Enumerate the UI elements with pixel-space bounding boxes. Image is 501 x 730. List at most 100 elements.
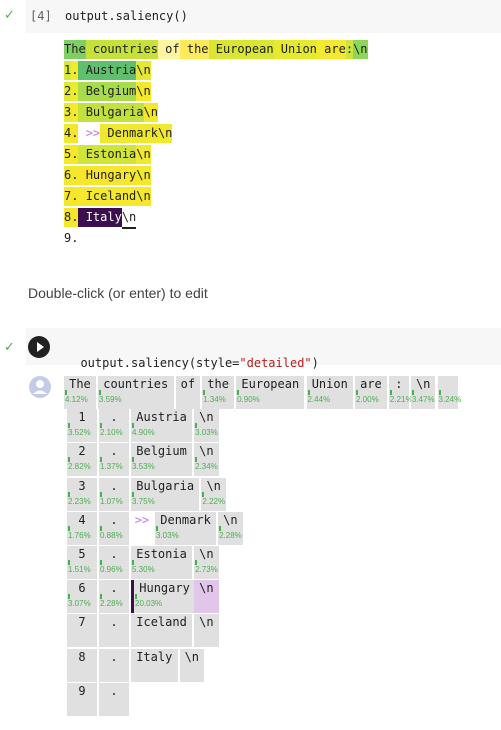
saliency-token[interactable]: 7: [64, 187, 72, 206]
detailed-token[interactable]: Belgium 3.53%: [131, 443, 193, 476]
detailed-token[interactable]: \n 2.73%: [194, 546, 219, 579]
saliency-token[interactable]: \n: [143, 103, 158, 122]
saliency-token[interactable]: are: [316, 40, 346, 59]
saliency-token[interactable]: .: [71, 208, 79, 227]
saliency-token[interactable]: >>: [78, 124, 101, 143]
cell1-code[interactable]: output.saliency(): [65, 9, 188, 23]
saliency-token[interactable]: Union: [273, 40, 317, 59]
saliency-token[interactable]: \n: [157, 124, 173, 143]
saliency-token[interactable]: the: [179, 40, 209, 59]
detailed-token[interactable]: . 2.28%: [99, 580, 129, 613]
detailed-token[interactable]: 3 2.23%: [67, 478, 97, 511]
saliency-token[interactable]: .: [71, 145, 79, 164]
cell2-code[interactable]: output.saliency(style="detailed"): [66, 342, 318, 370]
saliency-token[interactable]: \n: [136, 166, 151, 185]
detailed-token[interactable]: Bulgaria 3.75%: [131, 478, 200, 511]
saliency-token[interactable]: .: [71, 166, 79, 185]
token-text: the: [207, 377, 229, 391]
token-text: \n: [199, 547, 214, 561]
saliency-token[interactable]: :: [345, 40, 354, 59]
saliency-token[interactable]: Bulgaria: [78, 103, 144, 122]
saliency-token[interactable]: countries: [85, 40, 158, 59]
detailed-token[interactable]: Italy: [131, 649, 178, 682]
detailed-token[interactable]: . 0.96%: [99, 546, 129, 579]
detailed-token[interactable]: . 0.88%: [99, 512, 129, 545]
detailed-token[interactable]: 4 1.76%: [67, 512, 97, 545]
saliency-token[interactable]: Hungary: [78, 166, 137, 185]
saliency-token[interactable]: 5: [64, 145, 72, 164]
saliency-token[interactable]: The: [64, 40, 86, 59]
detailed-token[interactable]: \n 2.28%: [218, 512, 243, 545]
detailed-token[interactable]: .: [99, 614, 129, 647]
saliency-token[interactable]: 4: [64, 124, 72, 143]
detailed-token[interactable]: of: [175, 376, 201, 409]
saliency-percent: 1.34%: [203, 395, 226, 404]
saliency-token[interactable]: 1: [64, 61, 72, 80]
saliency-token[interactable]: .: [71, 124, 79, 143]
saliency-token[interactable]: of: [157, 40, 180, 59]
saliency-token[interactable]: Italy: [78, 208, 122, 227]
saliency-token[interactable]: European: [208, 40, 274, 59]
detailed-token[interactable]: are 2.00%: [355, 376, 387, 409]
detailed-token[interactable]: 8: [67, 649, 97, 682]
detailed-token[interactable]: \n: [194, 580, 219, 613]
detailed-token[interactable]: . 1.07%: [99, 478, 129, 511]
saliency-token[interactable]: \n: [136, 145, 151, 164]
detailed-token[interactable]: Hungary 20.03%: [131, 580, 196, 613]
detailed-token[interactable]: 6 3.07%: [67, 580, 97, 613]
detailed-token[interactable]: . 2.10%: [99, 409, 129, 442]
saliency-token[interactable]: .: [71, 61, 79, 80]
detailed-token[interactable]: \n 3.47%: [410, 376, 436, 409]
detailed-token[interactable]: Estonia 5.30%: [131, 546, 193, 579]
saliency-token[interactable]: .: [71, 187, 79, 206]
saliency-token[interactable]: Belgium: [78, 82, 137, 101]
detailed-token[interactable]: the 1.34%: [202, 376, 235, 409]
detailed-token[interactable]: \n 2.34%: [194, 443, 219, 476]
token-text: >>: [134, 513, 150, 527]
saliency-token[interactable]: Austria: [78, 61, 137, 80]
detailed-token[interactable]: countries 3.59%: [97, 376, 174, 409]
saliency-token[interactable]: .: [71, 103, 79, 122]
detailed-token[interactable]: Austria 4.90%: [131, 409, 193, 442]
saliency-token[interactable]: Iceland: [78, 187, 137, 206]
saliency-token[interactable]: 8: [64, 208, 72, 227]
detailed-token[interactable]: 7: [67, 614, 97, 647]
saliency-token[interactable]: .: [71, 82, 79, 101]
token-text: \n: [223, 513, 238, 527]
detailed-token[interactable]: \n: [179, 649, 205, 682]
saliency-token[interactable]: 9.: [64, 229, 79, 248]
detailed-token[interactable]: \n 2.22%: [201, 478, 226, 511]
detailed-token[interactable]: >>: [131, 512, 153, 545]
saliency-token[interactable]: \n: [121, 208, 137, 229]
detailed-token[interactable]: \n: [194, 614, 219, 647]
detailed-token[interactable]: Iceland: [131, 614, 193, 647]
saliency-percent: 3.52%: [68, 428, 91, 437]
detailed-token[interactable]: Union 2.44%: [306, 376, 353, 409]
detailed-token[interactable]: Denmark 3.03%: [155, 512, 217, 545]
detailed-token[interactable]: \n 3.03%: [194, 409, 219, 442]
detailed-token[interactable]: 3.24%: [437, 376, 461, 409]
detailed-token[interactable]: The 4.12%: [64, 376, 96, 409]
saliency-token[interactable]: Denmark: [100, 124, 158, 143]
detailed-token[interactable]: 5 1.51%: [67, 546, 97, 579]
detailed-token[interactable]: .: [99, 683, 129, 716]
detailed-token[interactable]: .: [99, 649, 129, 682]
saliency-line: The countries of the European Union are:…: [64, 40, 368, 59]
saliency-token[interactable]: \n: [136, 187, 151, 206]
detailed-token[interactable]: 1 3.52%: [67, 409, 97, 442]
saliency-token[interactable]: \n: [136, 61, 151, 80]
saliency-token[interactable]: 2: [64, 82, 72, 101]
detailed-token[interactable]: European 0.90%: [236, 376, 305, 409]
saliency-token[interactable]: 3: [64, 103, 72, 122]
saliency-line: 9.: [64, 229, 79, 248]
markdown-cell-placeholder[interactable]: Double-click (or enter) to edit: [28, 285, 208, 301]
detailed-token[interactable]: 2 2.82%: [67, 443, 97, 476]
detailed-token[interactable]: . 1.37%: [99, 443, 129, 476]
detailed-token[interactable]: : 2.21%: [388, 376, 413, 409]
saliency-token[interactable]: \n: [353, 40, 368, 59]
saliency-token[interactable]: \n: [136, 82, 151, 101]
run-button[interactable]: [28, 336, 50, 358]
detailed-token[interactable]: 9: [67, 683, 97, 716]
saliency-token[interactable]: 6: [64, 166, 72, 185]
saliency-token[interactable]: Estonia: [78, 145, 137, 164]
